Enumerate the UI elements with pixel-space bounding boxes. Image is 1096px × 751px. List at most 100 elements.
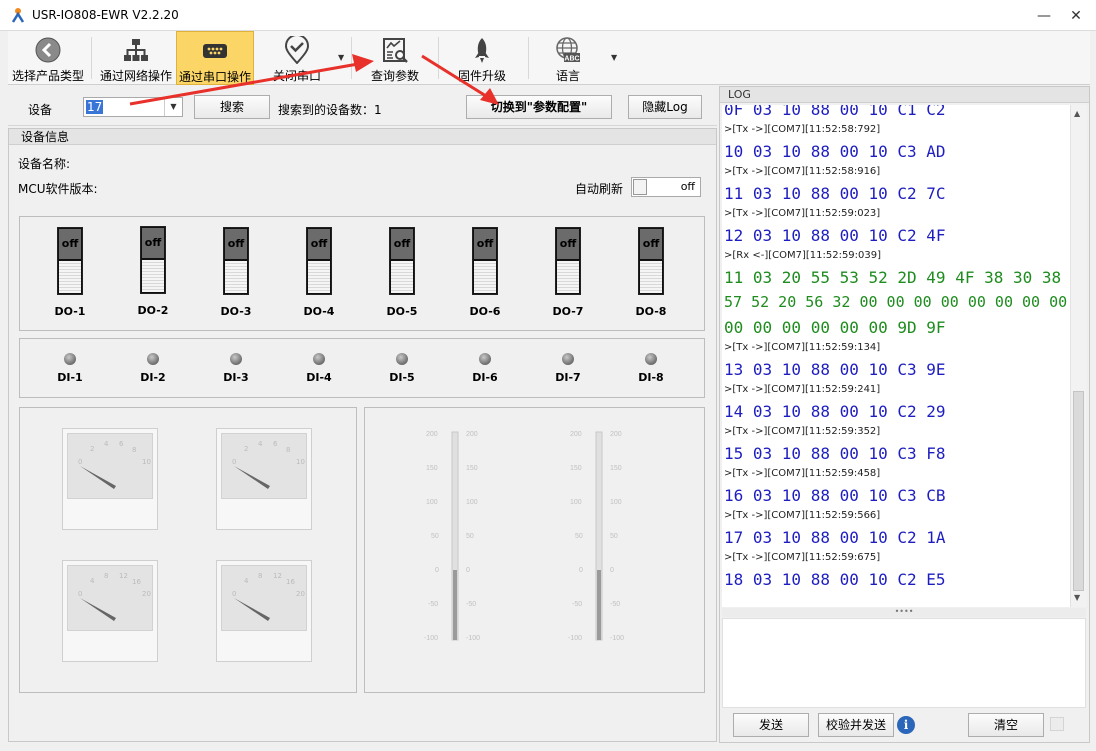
svg-text:50: 50: [431, 533, 439, 540]
svg-text:2: 2: [244, 445, 248, 453]
svg-text:0: 0: [232, 458, 236, 466]
chevron-down-icon[interactable]: ▼: [338, 53, 344, 62]
led-indicator-icon: [313, 353, 325, 365]
led-indicator-icon: [147, 353, 159, 365]
clear-button[interactable]: 清空: [968, 713, 1044, 737]
do-label: DO-4: [303, 305, 335, 318]
checkbox[interactable]: [1050, 717, 1064, 731]
svg-text:0: 0: [78, 590, 82, 598]
query-params-button[interactable]: 查询参数: [355, 31, 435, 85]
device-name-label: 设备名称:: [18, 157, 71, 171]
toggle-switch-icon: off: [555, 227, 581, 295]
log-line: 18 03 10 88 00 10 C2 E5: [724, 570, 946, 589]
send-input[interactable]: [722, 618, 1086, 708]
log-line: 15 03 10 88 00 10 C3 F8: [724, 444, 946, 463]
log-line: 13 03 10 88 00 10 C3 9E: [724, 360, 946, 379]
svg-text:4: 4: [104, 440, 109, 448]
toggle-switch-icon: off: [140, 226, 166, 294]
svg-text:-50: -50: [572, 601, 582, 608]
svg-text:20: 20: [142, 590, 151, 598]
network-operation-button[interactable]: 通过网络操作: [96, 31, 176, 85]
svg-text:-50: -50: [466, 601, 476, 608]
toolbar-label: 语言: [555, 69, 580, 83]
do-label: DO-6: [469, 305, 501, 318]
log-line: >[Tx ->][COM7][11:52:59:566]: [724, 510, 881, 521]
di-label: DI-6: [472, 371, 498, 384]
log-panel: LOG 0F 03 10 88 00 10 C1 C2 >[Tx ->][COM…: [719, 86, 1090, 743]
log-line: >[Tx ->][COM7][11:52:59:241]: [724, 384, 881, 395]
scrollbar-thumb[interactable]: [1073, 391, 1084, 591]
di-label: DI-1: [57, 371, 83, 384]
svg-text:0: 0: [435, 567, 439, 574]
svg-text:10: 10: [142, 458, 151, 466]
toolbar-label: 选择产品类型: [11, 69, 84, 83]
log-line: >[Tx ->][COM7][11:52:59:675]: [724, 552, 881, 563]
serial-operation-button[interactable]: 通过串口操作: [176, 31, 254, 85]
gauge-face: 0 4 8 12 16 20: [67, 565, 153, 631]
gauge-dial-icon: 0 4 8 12 16 20: [232, 572, 305, 621]
chevron-down-icon[interactable]: ▼: [611, 53, 617, 62]
svg-text:100: 100: [426, 499, 438, 506]
analog-gauge: 0 4 8 12 16 20: [216, 560, 312, 662]
close-icon[interactable]: ✕: [1064, 5, 1088, 27]
log-line: 57 52 20 56 32 00 00 00 00 00 00 00 00 0…: [724, 293, 1070, 311]
log-line: 12 03 10 88 00 10 C2 4F: [724, 226, 946, 245]
toolbar-label: 关闭串口: [272, 69, 321, 83]
device-value: 17: [86, 100, 104, 114]
led-indicator-icon: [562, 353, 574, 365]
log-line: 0F 03 10 88 00 10 C1 C2: [724, 105, 946, 119]
language-button[interactable]: ABC 语言: [532, 31, 604, 85]
toolbar-label: 查询参数: [370, 69, 419, 83]
log-output[interactable]: 0F 03 10 88 00 10 C1 C2 >[Tx ->][COM7][1…: [722, 105, 1070, 607]
toggle-switch-icon: off: [223, 227, 249, 295]
log-line: 11 03 10 88 00 10 C2 7C: [724, 184, 946, 203]
gauge-face: 0 4 8 12 16 20: [221, 565, 307, 631]
info-icon[interactable]: i: [897, 716, 915, 734]
gauge-face: 0 2 4 6 8 10: [67, 433, 153, 499]
log-line: >[Tx ->][COM7][11:52:58:916]: [724, 166, 881, 177]
check-pin-icon: [284, 36, 310, 64]
device-label: 设备: [28, 103, 53, 117]
log-splitter-handle[interactable]: ••••: [722, 608, 1086, 617]
chevron-down-icon[interactable]: ▼: [164, 98, 182, 116]
found-devices-count: 搜索到的设备数：1: [278, 103, 382, 117]
switch-to-config-button[interactable]: 切换到"参数配置": [466, 95, 612, 119]
scroll-down-icon[interactable]: ▼: [1074, 593, 1080, 602]
log-line: >[Tx ->][COM7][11:52:58:792]: [724, 124, 881, 135]
di-label: DI-7: [555, 371, 581, 384]
search-button[interactable]: 搜索: [194, 95, 270, 119]
svg-text:100: 100: [610, 499, 622, 506]
checksum-send-button[interactable]: 校验并发送: [818, 713, 894, 737]
do-label: DO-5: [386, 305, 418, 318]
svg-text:20: 20: [296, 590, 305, 598]
gauge-face: 0 2 4 6 8 10: [221, 433, 307, 499]
svg-text:8: 8: [104, 572, 108, 580]
serial-port-icon: [203, 44, 227, 58]
device-info-title: 设备信息: [9, 129, 716, 145]
log-scrollbar[interactable]: ▲ ▼: [1070, 105, 1086, 607]
app-logo-icon: [11, 8, 25, 23]
log-line: 14 03 10 88 00 10 C2 29: [724, 402, 946, 421]
close-serial-button[interactable]: 关闭串口: [258, 31, 336, 85]
svg-text:0: 0: [232, 590, 236, 598]
log-line: >[Rx <-][COM7][11:52:59:039]: [724, 250, 882, 261]
select-product-type-button[interactable]: 选择产品类型: [8, 31, 88, 85]
svg-text:6: 6: [119, 440, 124, 448]
auto-refresh-label: 自动刷新: [575, 182, 624, 196]
svg-text:8: 8: [286, 446, 290, 454]
scroll-up-icon[interactable]: ▲: [1074, 109, 1080, 118]
toolbar-label: 固件升级: [457, 69, 506, 83]
toolbar: 选择产品类型 通过网络操作 通过串口操作 关闭串口 ▼ 查询参数 固件升级 AB…: [8, 31, 1090, 85]
firmware-upgrade-button[interactable]: 固件升级: [442, 31, 522, 85]
auto-refresh-toggle[interactable]: off: [631, 177, 701, 197]
svg-text:4: 4: [258, 440, 263, 448]
svg-text:0: 0: [579, 567, 583, 574]
device-select[interactable]: 17 ▼: [83, 97, 183, 117]
query-chart-icon: [383, 38, 408, 63]
gauge-dial-icon: 0 2 4 6 8 10: [232, 440, 305, 489]
minimize-icon[interactable]: —: [1032, 5, 1056, 27]
log-line: 16 03 10 88 00 10 C3 CB: [724, 486, 946, 505]
hide-log-button[interactable]: 隐藏Log: [628, 95, 702, 119]
send-button[interactable]: 发送: [733, 713, 809, 737]
analog-gauge: 0 2 4 6 8 10: [216, 428, 312, 530]
